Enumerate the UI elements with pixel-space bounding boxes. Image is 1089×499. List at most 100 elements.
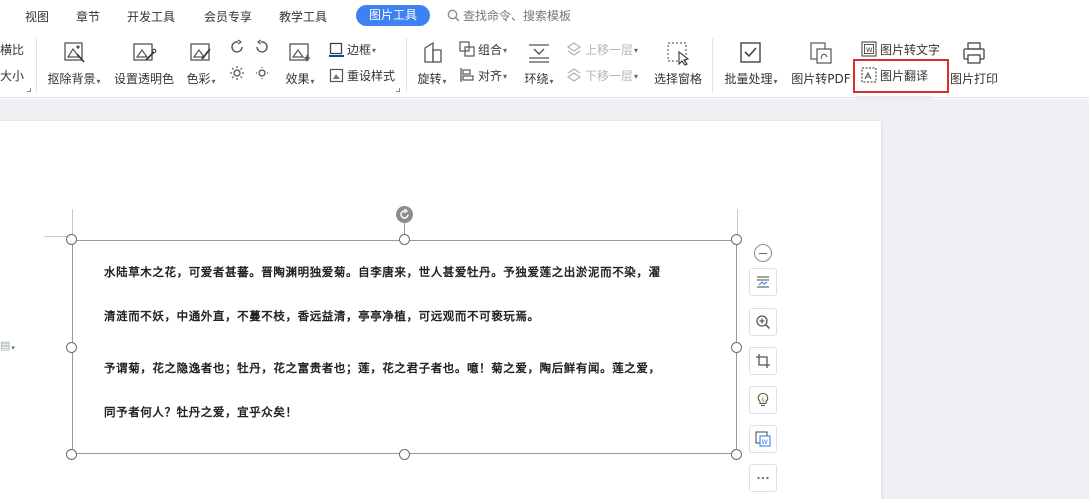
selection-pane-button[interactable]: 选择窗格: [652, 40, 704, 87]
bring-forward-button[interactable]: 上移一层 ▾: [566, 40, 638, 58]
set-transparent-color-label: 设置透明色: [113, 72, 174, 86]
border-button[interactable]: 边框 ▾: [329, 40, 376, 58]
collapse-toolbar-icon[interactable]: [754, 244, 772, 262]
reset-style-icon: [329, 68, 344, 82]
zoom-picture-button[interactable]: [749, 308, 777, 336]
decrease-contrast-icon[interactable]: [254, 39, 270, 55]
smart-suggestion-button[interactable]: [749, 386, 777, 414]
svg-text:W: W: [866, 46, 873, 54]
paste-options-icon[interactable]: ▤▾: [0, 339, 15, 352]
send-backward-icon: [566, 68, 582, 82]
picture-to-text-icon: W: [861, 41, 877, 57]
size-label[interactable]: 大小: [0, 67, 24, 84]
search-icon: [447, 9, 460, 22]
picture-to-pdf-button[interactable]: 图片转PDF: [790, 40, 852, 87]
ribbon-divider: [406, 38, 407, 92]
resize-handle-right[interactable]: [731, 342, 742, 353]
rotate-label: 旋转: [417, 72, 442, 86]
zoom-in-icon: [756, 315, 771, 330]
wrap-text-icon: [529, 44, 549, 63]
picture-to-text-button[interactable]: W 图片转文字: [861, 40, 940, 58]
command-search[interactable]: 查找命令、搜索模板: [447, 7, 571, 24]
border-label: 边框: [347, 42, 372, 57]
selection-pane-label: 选择窗格: [653, 72, 702, 86]
remove-background-button[interactable]: 抠除背景▾: [44, 40, 104, 87]
bring-forward-icon: [566, 42, 582, 56]
picture-text-line: 同予者何人？牡丹之爱，宜乎众矣！: [104, 405, 298, 419]
search-placeholder: 查找命令、搜索模板: [463, 9, 572, 23]
align-button[interactable]: 对齐 ▾: [459, 66, 507, 84]
tab-developer-tools[interactable]: 开发工具: [127, 8, 175, 25]
batch-processing-icon: [740, 42, 761, 63]
layout-options-icon: [757, 276, 769, 288]
reset-style-label: 重设样式: [347, 68, 396, 83]
effects-button[interactable]: 效果▾: [282, 40, 318, 87]
color-button[interactable]: 色彩▾: [183, 40, 219, 87]
tab-member[interactable]: 会员专享: [204, 8, 252, 25]
send-backward-button[interactable]: 下移一层 ▾: [566, 66, 638, 84]
picture-tools-ribbon: 横比 大小 抠除背景▾ 设置透明色 色彩▾ 效果▾ 边框▾ 重设样式 旋转▾: [0, 32, 1089, 116]
resize-handle-top-left[interactable]: [66, 234, 77, 245]
picture-translate-label: 图片翻译: [880, 68, 929, 83]
more-icon: [757, 476, 769, 480]
set-transparent-color-button[interactable]: 设置透明色: [112, 40, 176, 87]
lock-aspect-ratio-label[interactable]: 横比: [0, 41, 24, 58]
picture-color-icon: [190, 43, 211, 61]
batch-processing-button[interactable]: 批量处理▾: [721, 40, 781, 87]
tab-picture-tools[interactable]: 图片工具: [356, 5, 431, 26]
picture-to-pdf-label: 图片转PDF: [791, 72, 851, 86]
group-icon: [459, 41, 475, 57]
selection-pane-icon: [667, 42, 690, 66]
reset-style-button[interactable]: 重设样式: [329, 66, 395, 84]
bring-forward-label: 上移一层: [585, 42, 634, 57]
picture-print-label: 图片打印: [949, 72, 998, 86]
picture-to-word-icon: W: [755, 431, 771, 447]
picture-to-pdf-icon: [810, 42, 832, 64]
color-label: 色彩: [186, 72, 211, 86]
resize-handle-left[interactable]: [66, 342, 77, 353]
resize-handle-bottom[interactable]: [399, 449, 410, 460]
picture-translate-icon: [861, 67, 877, 83]
menu-tab-bar: 视图 章节 开发工具 会员专享 教学工具 图片工具 查找命令、搜索模板: [0, 0, 1089, 32]
svg-text:W: W: [762, 438, 769, 446]
picture-style-launcher-icon[interactable]: [396, 88, 400, 92]
batch-processing-label: 批量处理: [724, 72, 773, 86]
picture-to-text-label: 图片转文字: [880, 42, 941, 57]
group-label: 组合: [478, 42, 503, 57]
tab-view[interactable]: 视图: [25, 8, 49, 25]
picture-text-line: 清涟而不妖，中通外直，不蔓不枝，香远益清，亭亭净植，可远观而不可亵玩焉。: [104, 309, 540, 323]
resize-handle-top[interactable]: [399, 234, 410, 245]
effects-label: 效果: [285, 72, 310, 86]
ribbon-divider: [712, 38, 713, 92]
picture-text-line: 水陆草木之花，可爱者甚蕃。晋陶渊明独爱菊。自李唐来，世人甚爱牡丹。予独爱莲之出淤…: [104, 265, 661, 279]
printer-icon: [963, 42, 985, 64]
align-label: 对齐: [478, 68, 503, 83]
increase-brightness-icon[interactable]: [229, 65, 245, 81]
rotate-icon: [424, 41, 442, 63]
remove-background-label: 抠除背景: [47, 72, 96, 86]
group-launcher-icon[interactable]: [27, 88, 31, 92]
picture-print-button[interactable]: 图片打印: [947, 40, 1001, 87]
align-icon: [460, 68, 474, 82]
lightbulb-icon: [757, 392, 769, 407]
remove-background-icon: [64, 42, 85, 63]
picture-to-text-quick-button[interactable]: W: [749, 425, 777, 453]
rotate-button[interactable]: 旋转▾: [414, 40, 450, 87]
resize-handle-bottom-left[interactable]: [66, 449, 77, 460]
crop-button[interactable]: [749, 347, 777, 375]
wrap-text-button[interactable]: 环绕▾: [521, 40, 557, 87]
layout-options-button[interactable]: [749, 268, 777, 296]
crop-icon: [756, 354, 770, 368]
decrease-brightness-icon[interactable]: [254, 65, 270, 81]
tab-teaching-tools[interactable]: 教学工具: [279, 8, 327, 25]
picture-effects-icon: [289, 43, 311, 62]
group-button[interactable]: 组合 ▾: [459, 40, 507, 58]
more-options-button[interactable]: [749, 464, 777, 492]
resize-handle-bottom-right[interactable]: [731, 449, 742, 460]
tab-chapter[interactable]: 章节: [76, 8, 100, 25]
resize-handle-top-right[interactable]: [731, 234, 742, 245]
increase-contrast-icon[interactable]: [229, 39, 245, 55]
picture-translate-button[interactable]: 图片翻译: [861, 66, 928, 84]
rotate-handle-icon[interactable]: [396, 206, 413, 223]
send-backward-label: 下移一层: [585, 68, 634, 83]
